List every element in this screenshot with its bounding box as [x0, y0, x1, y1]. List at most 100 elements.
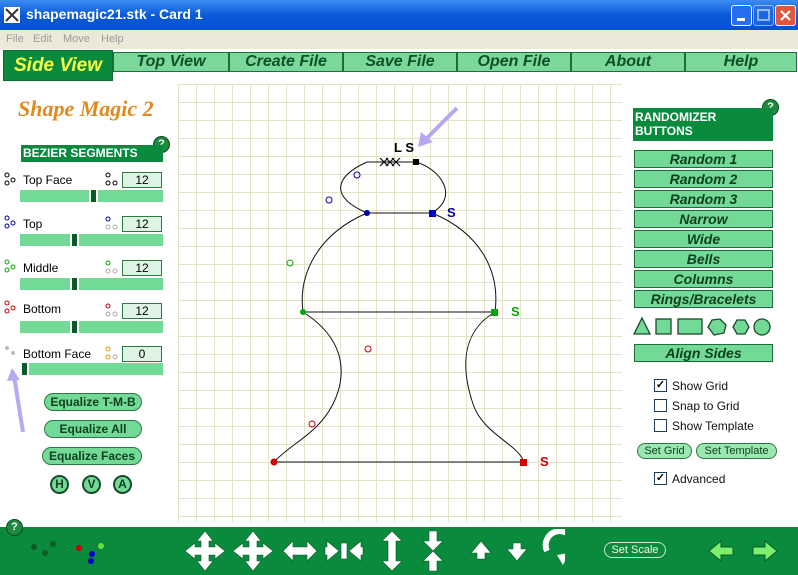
show-grid-label: Show Grid [672, 379, 729, 393]
menu-move[interactable]: Move [63, 33, 90, 45]
hexagon-shape-icon[interactable] [732, 319, 750, 335]
shape-selector [632, 316, 771, 336]
title-bar: shapemagic21.stk - Card 1 [0, 0, 798, 30]
bezier-segments-header: BEZIER SEGMENTS [21, 145, 163, 162]
segment-label-top-face: Top Face [23, 173, 73, 187]
flip-a-button[interactable]: A [113, 475, 132, 494]
tab-create-file[interactable]: Create File [229, 52, 343, 72]
back-icon[interactable] [708, 539, 734, 563]
middle-value[interactable]: 12 [122, 260, 162, 276]
bells-button[interactable]: Bells [634, 250, 773, 268]
transform-arrows [185, 529, 565, 572]
set-scale-button[interactable]: Set Scale [604, 542, 666, 558]
top-face-slider[interactable] [20, 190, 163, 202]
segment-label-middle: Middle [23, 261, 59, 275]
equalize-faces-button[interactable]: Equalize Faces [42, 447, 142, 465]
circle-shape-icon[interactable] [753, 318, 771, 336]
random-1-button[interactable]: Random 1 [634, 150, 773, 168]
align-sides-button[interactable]: Align Sides [634, 344, 773, 362]
window-title: shapemagic21.stk - Card 1 [26, 6, 203, 22]
top-value[interactable]: 12 [122, 216, 162, 232]
flip-h-button[interactable]: H [50, 475, 69, 494]
top-dots-right-icon [105, 216, 118, 230]
tab-save-file[interactable]: Save File [343, 52, 457, 72]
tab-side-view[interactable]: Side View [3, 50, 113, 81]
compress-vertical-icon[interactable] [422, 530, 444, 572]
close-button[interactable] [775, 5, 796, 26]
top-face-value[interactable]: 12 [122, 172, 162, 188]
top-labels: L S [394, 140, 414, 155]
equalize-tmb-button[interactable]: Equalize T-M-B [44, 393, 142, 411]
maximize-button [753, 5, 774, 26]
bottom-help-button[interactable]: ? [6, 519, 23, 536]
random-2-button[interactable]: Random 2 [634, 170, 773, 188]
bottom-face-dots-icon [5, 346, 15, 355]
top-face-dots-icon [4, 172, 16, 186]
snap-to-grid-label: Snap to Grid [672, 399, 740, 413]
advanced-label: Advanced [672, 472, 726, 486]
flip-v-button[interactable]: V [82, 475, 101, 494]
middle-slider-thumb[interactable] [70, 278, 79, 290]
forward-icon[interactable] [752, 539, 778, 563]
bottom-dots-right-icon [105, 303, 118, 317]
bottom-face-value[interactable]: 0 [122, 346, 162, 362]
tab-open-file[interactable]: Open File [457, 52, 571, 72]
top-slider-thumb[interactable] [70, 234, 79, 246]
advanced-checkbox[interactable]: ✓ [654, 472, 667, 485]
expand-vertical-icon[interactable] [381, 530, 403, 572]
nav-arrows [708, 539, 778, 563]
set-grid-button[interactable]: Set Grid [637, 443, 692, 459]
bottom-dots-icon [4, 300, 16, 314]
show-template-label: Show Template [672, 419, 754, 433]
move-up-icon[interactable] [470, 540, 492, 560]
middle-slider[interactable] [20, 278, 163, 290]
snap-to-grid-checkbox[interactable] [654, 399, 667, 412]
bottom-slider[interactable] [20, 321, 163, 333]
rings-bracelets-button[interactable]: Rings/Bracelets [634, 290, 773, 308]
expand-horizontal-icon[interactable] [282, 540, 318, 562]
maximize-icon [757, 9, 770, 21]
move-all-icon[interactable] [185, 530, 226, 572]
top-face-slider-thumb[interactable] [89, 190, 98, 202]
menu-edit[interactable]: Edit [33, 33, 52, 45]
equalize-all-button[interactable]: Equalize All [44, 420, 142, 438]
middle-dots-icon [4, 259, 16, 273]
minimize-button[interactable] [731, 5, 752, 26]
nav-bar: Side View Top View Create File Save File… [0, 50, 798, 82]
compress-horizontal-icon[interactable] [324, 540, 364, 562]
square-shape-icon[interactable] [655, 318, 672, 335]
menu-file[interactable]: File [6, 33, 24, 45]
pointer-arrow-left-icon [7, 368, 25, 433]
top-slider[interactable] [20, 234, 163, 246]
tab-top-view[interactable]: Top View [113, 52, 229, 72]
narrow-button[interactable]: Narrow [634, 210, 773, 228]
drawing-canvas[interactable]: L S S S S [178, 84, 622, 522]
show-grid-checkbox[interactable]: ✓ [654, 379, 667, 392]
expand-icon[interactable] [232, 530, 274, 572]
bottom-face-slider[interactable] [20, 363, 163, 375]
bottom-value[interactable]: 12 [122, 303, 162, 319]
app-icon [4, 7, 20, 23]
randomizer-header: RANDOMIZER BUTTONS [633, 108, 773, 141]
menu-help[interactable]: Help [101, 33, 124, 45]
color-dots-icon [31, 541, 104, 564]
move-down-icon[interactable] [506, 542, 528, 562]
middle-dots-right-icon [105, 260, 118, 274]
tab-about[interactable]: About [571, 52, 685, 72]
polygon-shape-icon[interactable] [707, 318, 727, 336]
bottom-toolbar: ? Set Scale [0, 519, 798, 575]
show-template-checkbox[interactable] [654, 419, 667, 432]
set-template-button[interactable]: Set Template [696, 443, 777, 459]
rotate-icon[interactable] [542, 529, 565, 565]
bottom-slider-thumb[interactable] [70, 321, 79, 333]
top-face-dots-right-icon [105, 172, 118, 186]
random-3-button[interactable]: Random 3 [634, 190, 773, 208]
s-label-bottom: S [540, 454, 549, 469]
tab-help[interactable]: Help [685, 52, 797, 72]
s-label-middle: S [511, 304, 520, 319]
triangle-shape-icon[interactable] [632, 316, 652, 335]
rectangle-shape-icon[interactable] [677, 318, 703, 335]
columns-button[interactable]: Columns [634, 270, 773, 288]
app-title: Shape Magic 2 [18, 96, 154, 121]
wide-button[interactable]: Wide [634, 230, 773, 248]
